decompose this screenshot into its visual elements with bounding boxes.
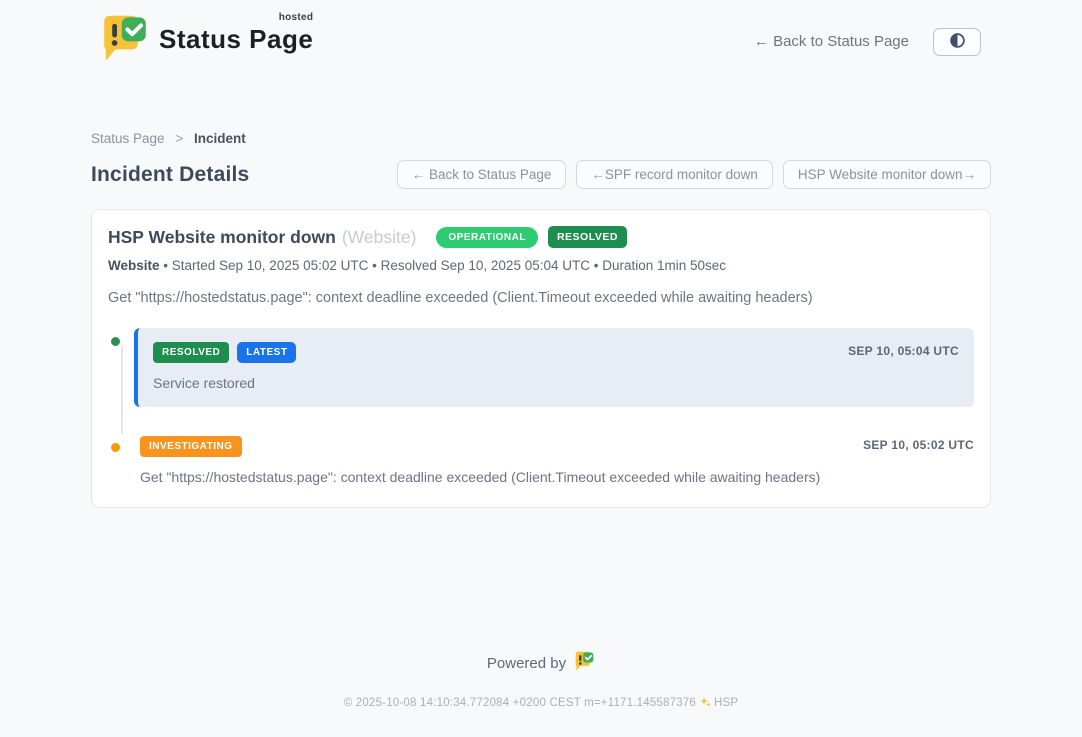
breadcrumb-incident: Incident: [194, 131, 246, 146]
next-incident-button[interactable]: HSP Website monitor down→: [783, 160, 991, 189]
resolved-status-badge: RESOLVED: [548, 226, 627, 248]
breadcrumb: Status Page > Incident: [91, 131, 991, 146]
powered-by[interactable]: Powered by: [487, 651, 595, 676]
copyright-brand: HSP: [714, 697, 738, 709]
powered-by-label: Powered by: [487, 655, 566, 672]
incident-title: HSP Website monitor down: [108, 227, 336, 248]
timeline-timestamp: SEP 10, 05:04 UTC: [848, 344, 959, 358]
timeline-investigating-badge: INVESTIGATING: [140, 436, 242, 457]
timeline-timestamp: SEP 10, 05:02 UTC: [863, 438, 974, 452]
incident-card: HSP Website monitor down (Website) OPERA…: [91, 209, 991, 508]
site-logo[interactable]: Status Page hosted: [101, 14, 313, 69]
copyright-line: © 2025-10-08 14:10:34.772084 +0200 CEST …: [0, 696, 1082, 711]
incident-meta: Website • Started Sep 10, 2025 05:02 UTC…: [108, 258, 974, 273]
breadcrumb-separator: >: [175, 131, 183, 146]
theme-toggle-button[interactable]: [933, 28, 981, 56]
back-to-status-page-button[interactable]: ← Back to Status Page: [397, 160, 567, 189]
timeline-dot-green-icon: [108, 334, 123, 349]
incident-meta-details: • Started Sep 10, 2025 05:02 UTC • Resol…: [160, 258, 727, 273]
incident-description: Get "https://hostedstatus.page": context…: [108, 290, 974, 306]
status-page-logo-small-icon: [574, 651, 595, 676]
page-title: Incident Details: [91, 163, 249, 187]
incident-component: (Website): [342, 227, 417, 248]
sparkles-icon: [699, 699, 711, 711]
footer: Powered by © 2025-10-08 14:10:34.772084 …: [0, 651, 1082, 711]
timeline-message: Get "https://hostedstatus.page": context…: [140, 469, 974, 485]
main-content: Status Page > Incident Incident Details …: [91, 131, 991, 508]
copyright-text: © 2025-10-08 14:10:34.772084 +0200 CEST …: [344, 697, 696, 709]
incident-timeline: RESOLVED LATEST SEP 10, 05:04 UTC Servic…: [108, 328, 974, 485]
breadcrumb-status-page[interactable]: Status Page: [91, 131, 165, 146]
timeline-latest-badge: LATEST: [237, 342, 296, 363]
incident-meta-component: Website: [108, 258, 160, 273]
incident-nav-buttons: ← Back to Status Page ←SPF record monito…: [397, 160, 991, 189]
prev-incident-button[interactable]: ←SPF record monitor down: [576, 160, 773, 189]
status-page-logo-icon: [101, 14, 149, 69]
timeline-dot-orange-icon: [108, 440, 123, 455]
timeline-latest-update-box: RESOLVED LATEST SEP 10, 05:04 UTC Servic…: [134, 328, 974, 407]
header-back-link[interactable]: ← Back to Status Page: [754, 33, 909, 50]
logo-hosted-label: hosted: [279, 12, 314, 23]
header: Status Page hosted ← Back to Status Page: [101, 0, 981, 69]
timeline-resolved-badge: RESOLVED: [153, 342, 229, 363]
timeline-message: Service restored: [153, 375, 959, 391]
contrast-half-circle-icon: [949, 32, 966, 52]
timeline-item-investigating: INVESTIGATING SEP 10, 05:02 UTC Get "htt…: [108, 434, 974, 485]
timeline-item-resolved: RESOLVED LATEST SEP 10, 05:04 UTC Servic…: [108, 328, 974, 407]
logo-text: Status Page: [159, 24, 313, 54]
operational-status-badge: OPERATIONAL: [436, 227, 538, 248]
